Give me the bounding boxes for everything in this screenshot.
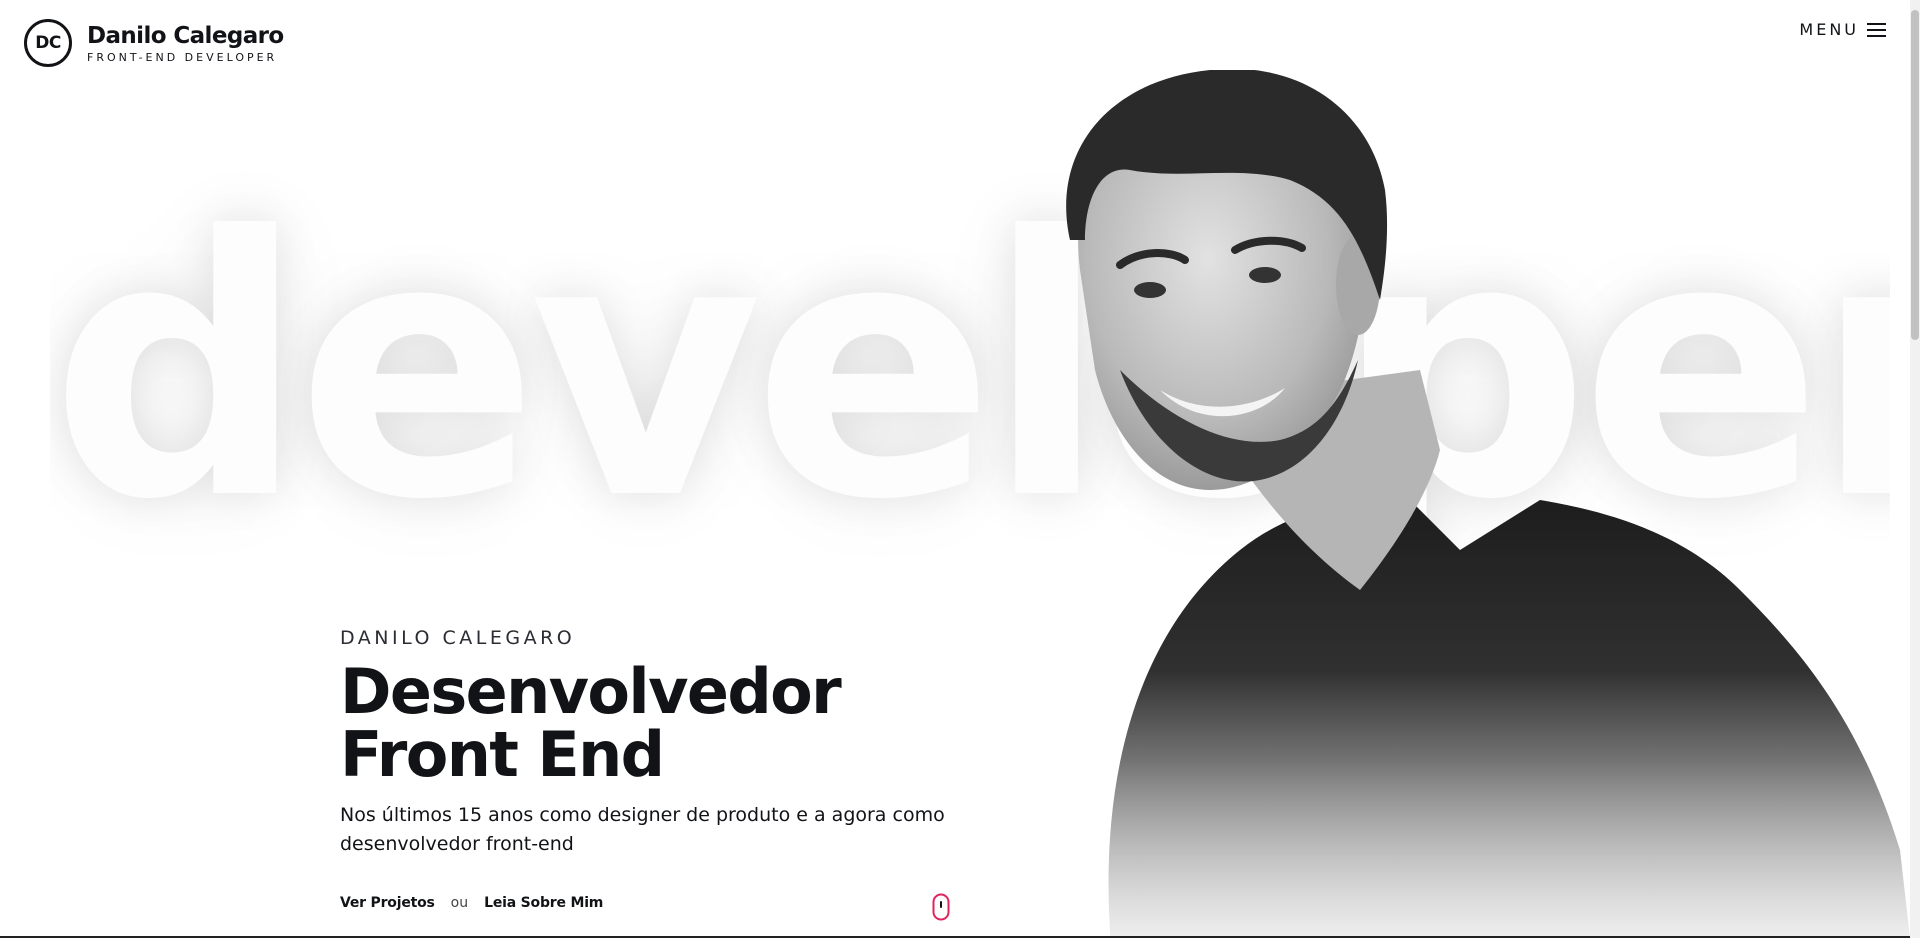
menu-label: MENU	[1799, 20, 1859, 39]
headline-line-1: Desenvolvedor	[340, 655, 842, 728]
portrait-photo	[1040, 70, 1910, 938]
logo-link[interactable]: DC Danilo Calegaro FRONT-END DEVELOPER	[24, 19, 284, 67]
site-name: Danilo Calegaro	[87, 22, 284, 49]
logo-text: Danilo Calegaro FRONT-END DEVELOPER	[87, 23, 284, 65]
cta-row: Ver Projetos ou Leia Sobre Mim	[340, 895, 603, 911]
hero-section: DANILO CALEGARO Desenvolvedor Front End …	[340, 627, 980, 859]
scrollbar-thumb[interactable]	[1911, 10, 1919, 340]
hero-eyebrow: DANILO CALEGARO	[340, 627, 576, 649]
hamburger-icon	[1867, 22, 1886, 37]
read-about-link[interactable]: Leia Sobre Mim	[484, 895, 603, 911]
headline-line-2: Front End	[340, 718, 665, 791]
menu-button[interactable]: MENU	[1799, 20, 1886, 39]
logo-badge: DC	[24, 19, 72, 67]
scrollbar[interactable]	[1910, 0, 1920, 938]
mouse-scroll-icon[interactable]	[932, 893, 950, 921]
cta-separator: ou	[450, 895, 469, 911]
site-role: FRONT-END DEVELOPER	[87, 50, 278, 64]
hero-headline: Desenvolvedor Front End	[340, 660, 980, 786]
hero-description: Nos últimos 15 anos como designer de pro…	[340, 804, 945, 855]
view-projects-link[interactable]: Ver Projetos	[340, 895, 435, 911]
